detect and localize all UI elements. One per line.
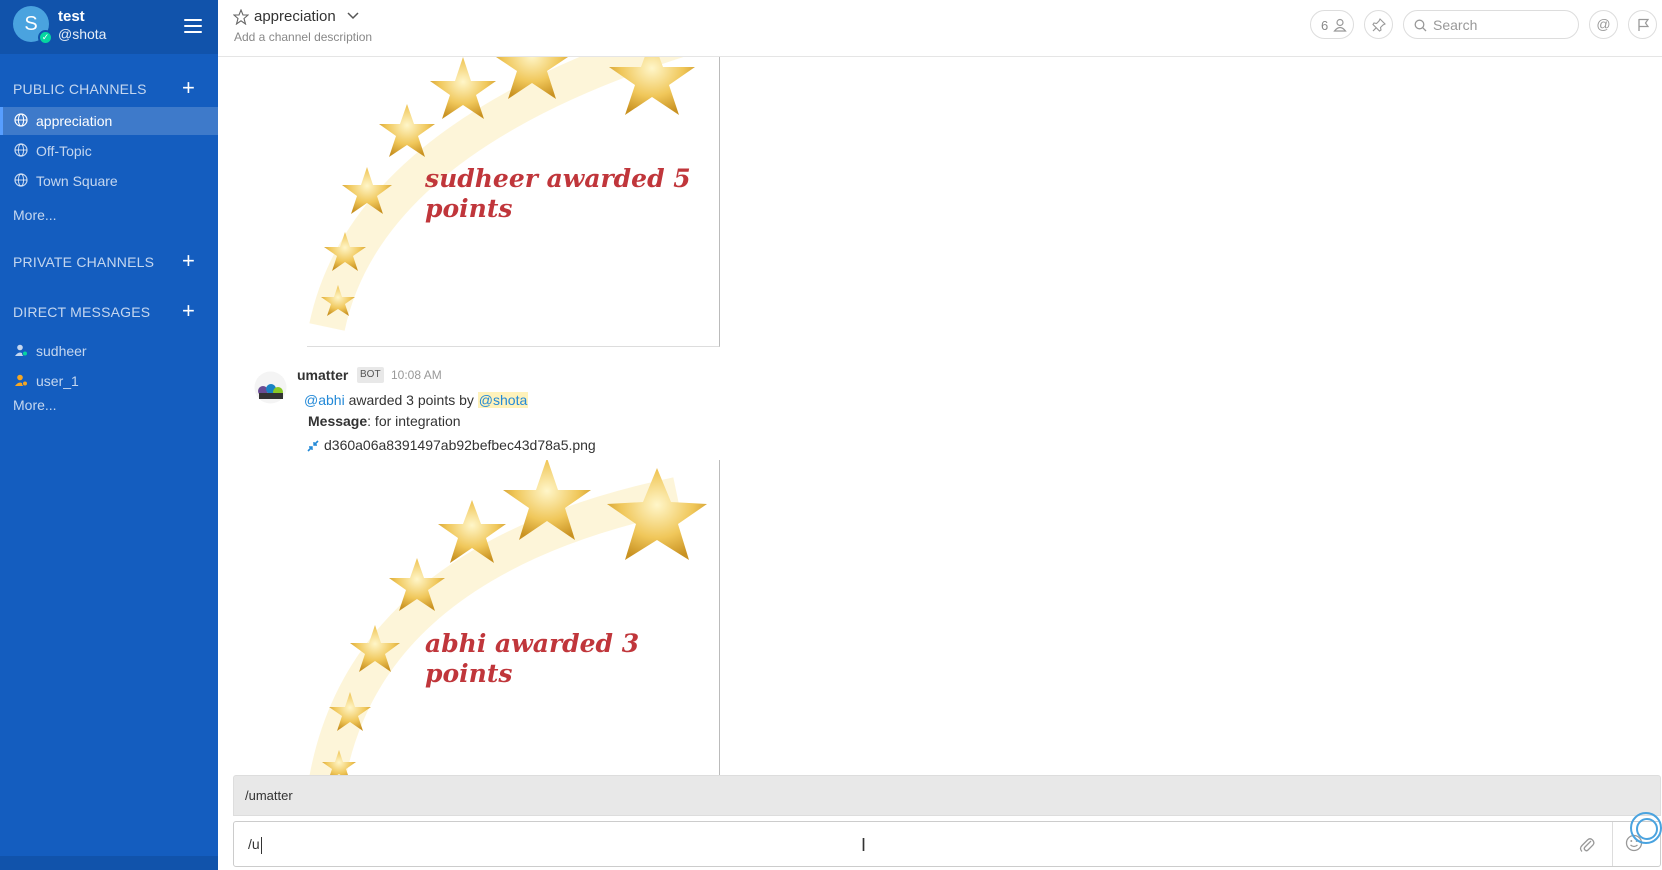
more-channels-link[interactable]: More... [13,207,57,223]
sidebar-item-label: user_1 [36,373,79,389]
post-timestamp[interactable]: 10:08 AM [391,368,442,382]
award-image-sudheer[interactable]: sudheer awarded 5 points [307,57,720,347]
post-message-line: Message: for integration [308,413,461,429]
sidebar-item-off-topic[interactable]: Off-Topic [0,137,218,165]
post-author[interactable]: umatter [297,367,348,383]
flag-icon [1638,18,1650,31]
search-input[interactable] [1433,15,1573,35]
team-name: test [58,8,85,25]
menu-icon[interactable] [184,19,202,33]
sidebar-item-town-square[interactable]: Town Square [0,167,218,195]
file-name[interactable]: d360a06a8391497ab92befbec43d78a5.png [324,437,596,453]
globe-icon [14,173,28,187]
globe-icon [14,113,28,127]
sidebar-footer [0,856,218,870]
award-text-line2: points [425,659,513,688]
sidebar-item-label: sudheer [36,343,87,359]
collapse-arrows-icon[interactable] [307,440,319,452]
awarded-text: awarded 3 points by [344,392,478,408]
bot-avatar[interactable] [254,371,287,404]
sidebar-item-label: appreciation [36,113,113,129]
member-list-button[interactable]: 6 [1310,10,1354,39]
award-text-line2: points [425,194,513,223]
sidebar-item-label: Off-Topic [36,143,92,159]
stars-arc-image [309,57,695,331]
pinned-posts-button[interactable] [1364,10,1393,39]
sidebar: S ✓ test @shota PUBLIC CHANNELS + apprec… [0,0,218,870]
message-input-text[interactable]: /u [248,836,262,854]
pin-icon [1372,18,1386,32]
stars-arc-image [309,460,707,775]
award-text-line1: abhi awarded 3 [425,629,640,658]
team-header[interactable]: S ✓ test @shota [0,0,218,54]
command-autocomplete: /umatter [233,775,1661,816]
star-icon[interactable] [233,9,249,25]
add-private-channel-button[interactable]: + [182,250,195,272]
recent-mentions-button[interactable]: @ [1589,10,1618,39]
chevron-down-icon[interactable] [346,11,360,21]
text-cursor-icon: I [861,835,867,855]
loading-ring-inner-icon [1636,818,1658,840]
online-status-icon: ✓ [38,30,53,45]
private-channels-title: PRIVATE CHANNELS [13,254,155,270]
globe-icon [14,143,28,157]
sidebar-item-label: Town Square [36,173,118,189]
award-text-line1: sudheer awarded 5 [425,164,691,193]
mention-shota[interactable]: @shota [477,392,529,408]
mention-abhi[interactable]: @abhi [304,392,345,408]
public-channels-title: PUBLIC CHANNELS [13,81,147,97]
channel-description[interactable]: Add a channel description [234,30,372,44]
user-away-icon [15,374,28,387]
sidebar-item-sudheer[interactable]: sudheer [0,337,218,365]
post-award-line: @abhi awarded 3 points by @shota [304,392,529,408]
message-text: : for integration [367,413,461,429]
flagged-posts-button[interactable] [1628,10,1657,39]
sidebar-item-appreciation[interactable]: appreciation [0,107,218,135]
message-label: Message [308,413,368,429]
search-box[interactable] [1403,10,1579,39]
message-input[interactable]: /u I [233,821,1661,867]
direct-messages-title: DIRECT MESSAGES [13,304,151,320]
add-direct-message-button[interactable]: + [182,300,195,322]
user-away-icon [15,344,28,357]
channel-header: appreciation Add a channel description 6… [218,0,1662,57]
channel-name[interactable]: appreciation [254,8,336,25]
search-icon [1414,19,1427,32]
username: @shota [58,26,107,42]
paperclip-icon[interactable] [1579,836,1595,854]
member-icon [1333,18,1347,32]
add-public-channel-button[interactable]: + [182,77,195,99]
member-count: 6 [1321,18,1329,33]
autocomplete-item-umatter[interactable]: /umatter [245,788,293,803]
more-direct-messages-link[interactable]: More... [13,397,57,413]
sidebar-item-user-1[interactable]: user_1 [0,367,218,395]
award-image-abhi[interactable]: abhi awarded 3 points [307,460,720,775]
bot-badge: BOT [357,367,384,383]
